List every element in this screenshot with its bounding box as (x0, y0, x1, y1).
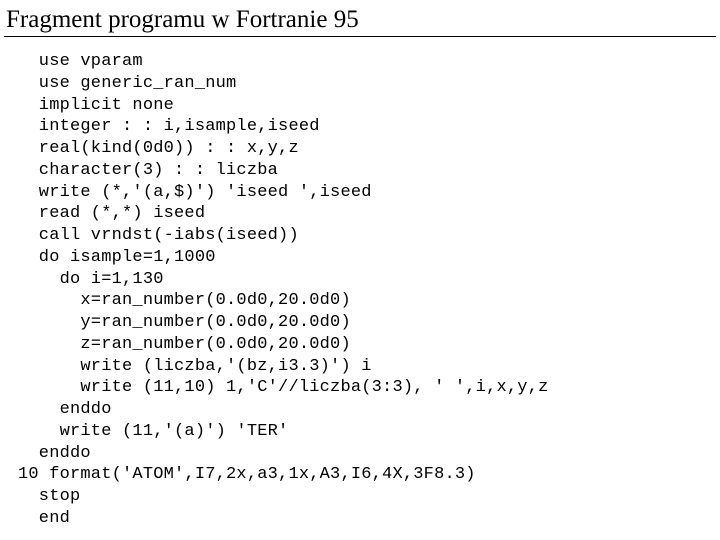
divider (4, 36, 716, 37)
page-title: Fragment programu w Fortranie 95 (4, 6, 716, 34)
code-block: use vparam use generic_ran_num implicit … (4, 51, 716, 530)
